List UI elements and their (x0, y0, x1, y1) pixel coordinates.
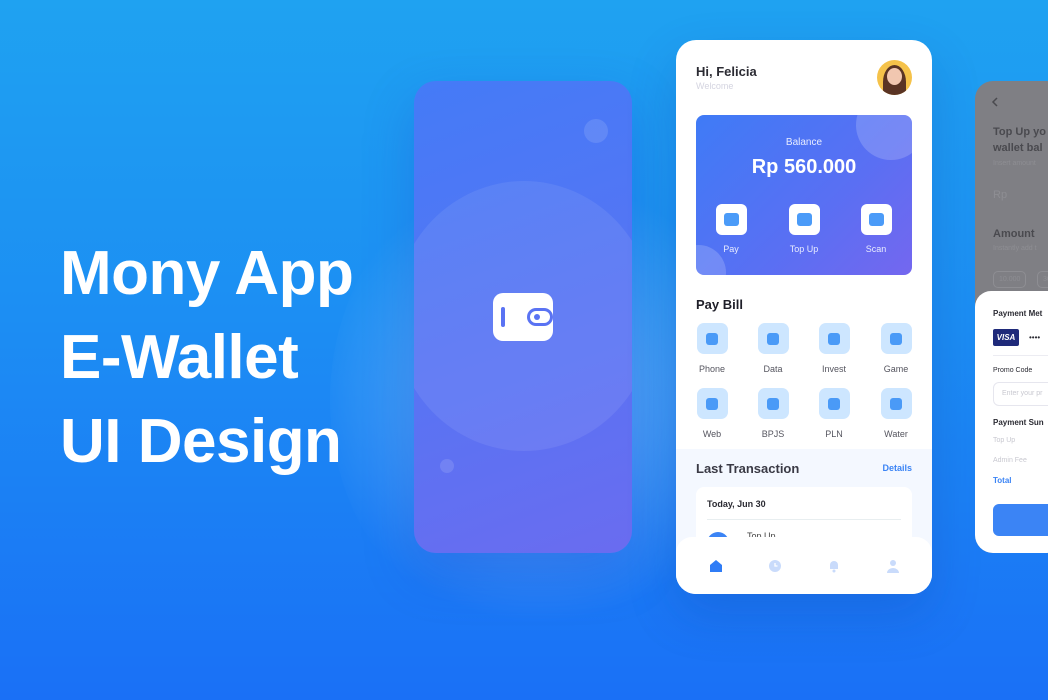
splash-screen (414, 81, 632, 553)
top-up-hint: Insert amount (993, 160, 1036, 167)
bill-game[interactable]: Game (871, 323, 921, 374)
divider (993, 355, 1048, 356)
top-up-label: Top Up (789, 244, 819, 254)
avatar[interactable] (877, 60, 912, 95)
decor-dot (584, 119, 608, 143)
amount-input[interactable]: Rp (993, 189, 1007, 201)
top-up-button[interactable]: Top Up (779, 204, 829, 254)
home-screen: Hi, Felicia Welcome Balance Rp 560.000 P… (676, 40, 932, 594)
home-icon[interactable] (709, 559, 723, 573)
bill-label: BPJS (761, 429, 785, 439)
bill-invest[interactable]: Invest (809, 323, 859, 374)
balance-value: Rp 560.000 (751, 156, 857, 178)
top-up-title-1: Top Up yo (993, 126, 1046, 138)
scan-button[interactable]: Scan (851, 204, 901, 254)
greeting: Hi, Felicia (696, 64, 757, 79)
pay-bill-title: Pay Bill (696, 297, 743, 312)
pay-label: Pay (723, 244, 739, 254)
bill-label: Invest (821, 364, 846, 374)
top-up-icon (796, 213, 812, 226)
summary-top-up: Top Up (993, 437, 1016, 444)
payment-summary-title: Payment Sun (993, 418, 1044, 427)
bill-bpjs[interactable]: BPJS (748, 388, 798, 439)
summary-total: Total (993, 476, 1012, 485)
amount-title: Amount (993, 228, 1035, 240)
bill-pln[interactable]: PLN (809, 388, 859, 439)
payment-sheet: Payment Met VISA •••• Promo Code Enter y… (975, 291, 1048, 553)
amount-chip[interactable]: 10.000 (993, 271, 1027, 288)
heart-icon (767, 397, 779, 410)
amount-hint: Instantly add t (993, 245, 1037, 252)
pay-now-button[interactable] (993, 504, 1048, 536)
drop-icon (890, 397, 902, 410)
promo-code-label: Promo Code (993, 367, 1033, 374)
history-icon[interactable] (768, 559, 782, 573)
bell-icon[interactable] (827, 559, 841, 573)
bill-phone[interactable]: Phone (687, 323, 737, 374)
payment-method-title: Payment Met (993, 309, 1043, 318)
welcome-text: Welcome (696, 81, 734, 91)
bill-water[interactable]: Water (871, 388, 921, 439)
card-number-mask: •••• (1029, 333, 1041, 342)
bill-label: Water (884, 429, 908, 439)
bill-data[interactable]: Data (748, 323, 798, 374)
pay-button[interactable]: Pay (706, 204, 756, 254)
invest-icon (828, 332, 840, 345)
balance-label: Balance (785, 137, 823, 148)
top-up-screen: Top Up yo wallet bal Insert amount Rp Am… (975, 81, 1048, 553)
wallet-icon (723, 213, 739, 226)
scan-icon (868, 213, 884, 226)
bill-label: Game (883, 364, 909, 374)
phone-icon (706, 332, 718, 345)
last-transaction-title: Last Transaction (696, 461, 800, 476)
bill-label: Web (702, 429, 722, 439)
visa-logo[interactable]: VISA (993, 329, 1019, 346)
hero-line-2: E-Wallet (60, 323, 299, 392)
bottom-nav (676, 537, 932, 594)
promo-code-input[interactable]: Enter your pr (993, 382, 1048, 406)
wallet-icon (493, 293, 553, 341)
bill-label: PLN (825, 429, 843, 439)
hero-line-3: UI Design (60, 407, 342, 476)
bill-web[interactable]: Web (687, 388, 737, 439)
scan-label: Scan (865, 244, 887, 254)
balance-card: Balance Rp 560.000 Pay Top Up Scan (696, 115, 912, 275)
profile-icon[interactable] (886, 559, 900, 573)
transaction-date: Today, Jun 30 (707, 499, 766, 509)
wifi-icon (767, 332, 779, 345)
back-arrow-icon[interactable] (991, 97, 999, 107)
divider (707, 519, 901, 520)
bill-label: Phone (698, 364, 726, 374)
hero-title: Mony App E-Wallet UI Design (60, 232, 354, 484)
amount-chip[interactable]: 30 (1037, 271, 1048, 288)
top-up-title-2: wallet bal (993, 142, 1043, 154)
hero-line-1: Mony App (60, 239, 354, 308)
details-link[interactable]: Details (882, 463, 912, 473)
bolt-icon (828, 397, 840, 410)
globe-icon (706, 397, 718, 410)
bill-label: Data (763, 364, 783, 374)
summary-admin-fee: Admin Fee (993, 457, 1027, 464)
gamepad-icon (890, 332, 902, 345)
decor-dot (440, 459, 454, 473)
